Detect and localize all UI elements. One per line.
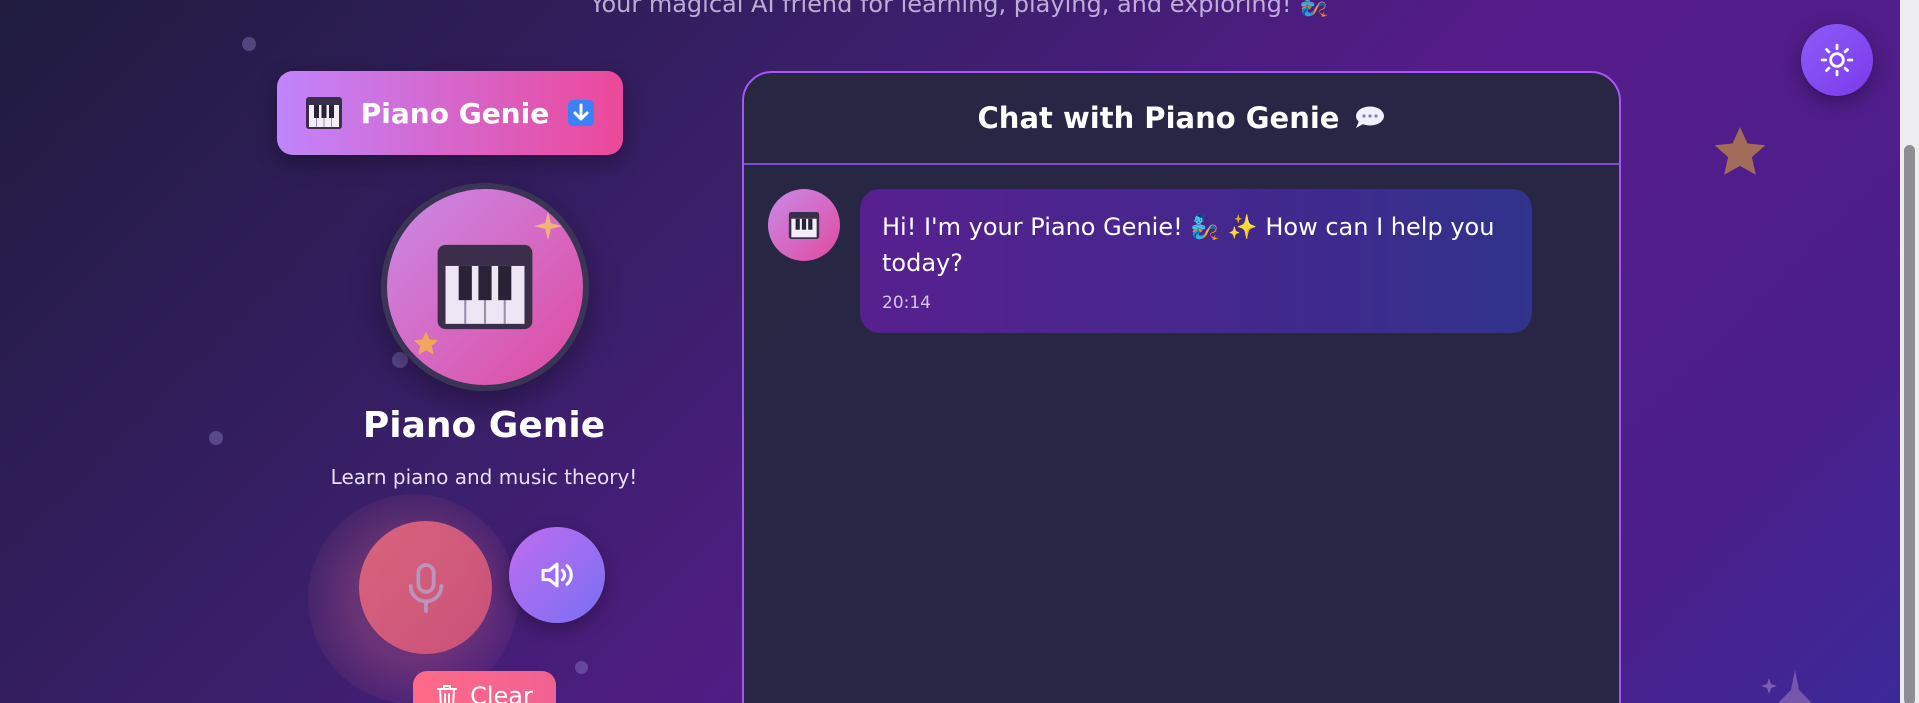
background-dot	[575, 661, 588, 674]
message-time: 20:14	[882, 293, 931, 313]
chat-messages: Hi! I'm your Piano Genie! 🧞 ✨ How can I …	[744, 165, 1619, 703]
piano-icon	[788, 211, 820, 239]
chat-title: Chat with Piano Genie	[977, 101, 1340, 135]
microphone-button[interactable]	[359, 521, 492, 654]
piano-icon	[305, 97, 342, 129]
microphone-icon	[408, 562, 443, 613]
sparkle-icon	[533, 211, 563, 241]
message-bubble: Hi! I'm your Piano Genie! 🧞 ✨ How can I …	[860, 189, 1532, 333]
genie-selector-button[interactable]: Piano Genie	[277, 71, 623, 155]
page-scrollbar[interactable]	[1900, 0, 1919, 703]
message-avatar	[768, 189, 840, 261]
trash-icon	[437, 685, 458, 703]
background-dot	[209, 431, 223, 445]
speech-bubble-icon	[1356, 106, 1385, 128]
clear-chat-button[interactable]: Clear	[413, 671, 556, 703]
chat-header: Chat with Piano Genie	[744, 73, 1619, 165]
piano-icon	[437, 244, 533, 330]
sun-icon	[1820, 43, 1854, 77]
star-icon	[413, 331, 439, 355]
speaker-icon	[541, 562, 573, 588]
speaker-button[interactable]	[509, 527, 605, 623]
app-tagline: Your magical AI friend for learning, pla…	[589, 0, 1329, 18]
genie-avatar	[381, 183, 589, 391]
star-icon	[1714, 127, 1766, 175]
background-dot	[242, 37, 256, 51]
scrollbar-thumb[interactable]	[1904, 145, 1915, 703]
chat-panel: Chat with Piano Genie Hi! I'm your Piano…	[742, 71, 1621, 703]
genie-subtitle: Learn piano and music theory!	[330, 465, 638, 489]
theme-toggle-button[interactable]	[1801, 24, 1873, 96]
down-arrow-icon	[568, 100, 595, 126]
genie-name: Piano Genie	[362, 405, 606, 446]
message-text: Hi! I'm your Piano Genie! 🧞 ✨ How can I …	[882, 213, 1495, 277]
sparkle-icon	[1761, 670, 1812, 703]
clear-chat-label: Clear	[470, 682, 533, 703]
genie-selector-label: Piano Genie	[360, 96, 550, 130]
